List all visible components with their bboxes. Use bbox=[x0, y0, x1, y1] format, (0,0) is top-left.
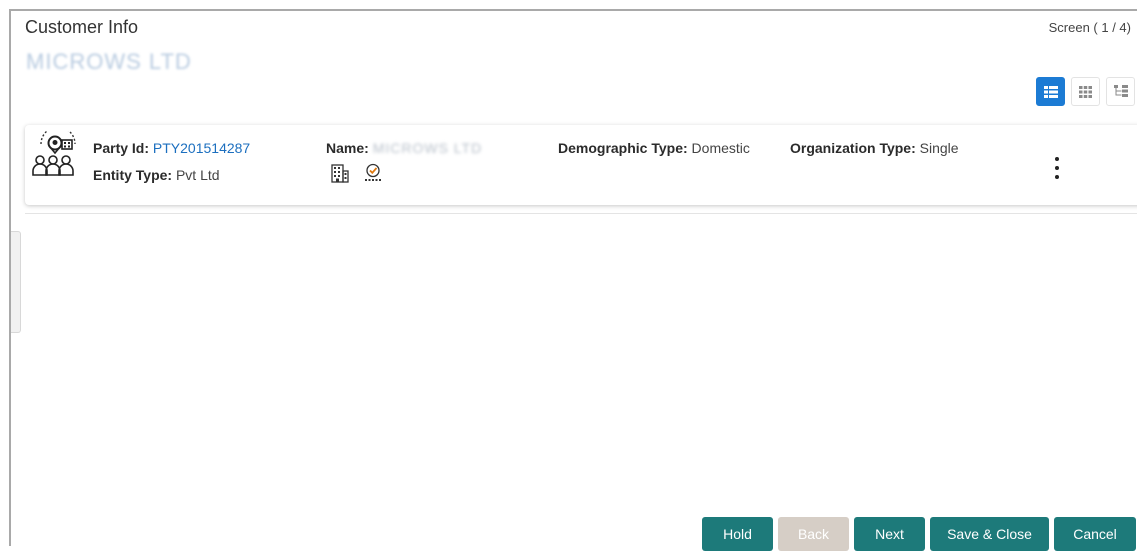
party-group-icon bbox=[32, 131, 76, 176]
list-view-icon bbox=[1043, 85, 1058, 98]
demographic-type-value: Domestic bbox=[691, 140, 750, 156]
party-id-link[interactable]: PTY201514287 bbox=[153, 140, 250, 156]
party-id-label: Party Id: bbox=[93, 140, 150, 156]
entity-type-field: Entity Type: Pvt Ltd bbox=[93, 167, 220, 183]
list-view-button[interactable] bbox=[1036, 77, 1065, 106]
building-icon[interactable] bbox=[331, 163, 349, 183]
entity-type-label: Entity Type: bbox=[93, 167, 173, 183]
tree-view-button[interactable] bbox=[1106, 77, 1135, 106]
more-vertical-icon[interactable] bbox=[1052, 157, 1062, 179]
organization-type-value: Single bbox=[919, 140, 959, 156]
name-label: Name: bbox=[326, 140, 369, 156]
verified-badge-icon[interactable] bbox=[363, 163, 383, 183]
party-id-field: Party Id: PTY201514287 bbox=[93, 140, 250, 156]
customer-name-subtitle: MICROWS LTD bbox=[26, 49, 192, 74]
card-divider bbox=[25, 213, 1137, 214]
top-border bbox=[9, 9, 1137, 11]
entity-type-value: Pvt Ltd bbox=[175, 167, 220, 183]
side-panel-handle[interactable] bbox=[11, 231, 21, 333]
page-title: Customer Info bbox=[25, 17, 139, 37]
demographic-type-field: Demographic Type: Domestic bbox=[558, 140, 750, 156]
name-value: MICROWS LTD bbox=[372, 140, 483, 156]
view-toggle bbox=[1036, 77, 1135, 106]
demographic-type-label: Demographic Type: bbox=[558, 140, 688, 156]
organization-type-label: Organization Type: bbox=[790, 140, 916, 156]
tree-view-icon bbox=[1113, 85, 1128, 97]
grid-view-icon bbox=[1079, 85, 1092, 98]
customer-info-screen: Customer Info MICROWS LTD Screen ( 1 / 4… bbox=[0, 0, 1137, 551]
party-card[interactable]: Party Id: PTY201514287 Entity Type: Pvt … bbox=[25, 125, 1137, 205]
grid-view-button[interactable] bbox=[1071, 77, 1100, 106]
screen-indicator: Screen ( 1 / 4) bbox=[1048, 20, 1131, 35]
organization-type-field: Organization Type: Single bbox=[790, 140, 959, 156]
name-field: Name: MICROWS LTD bbox=[326, 140, 482, 156]
